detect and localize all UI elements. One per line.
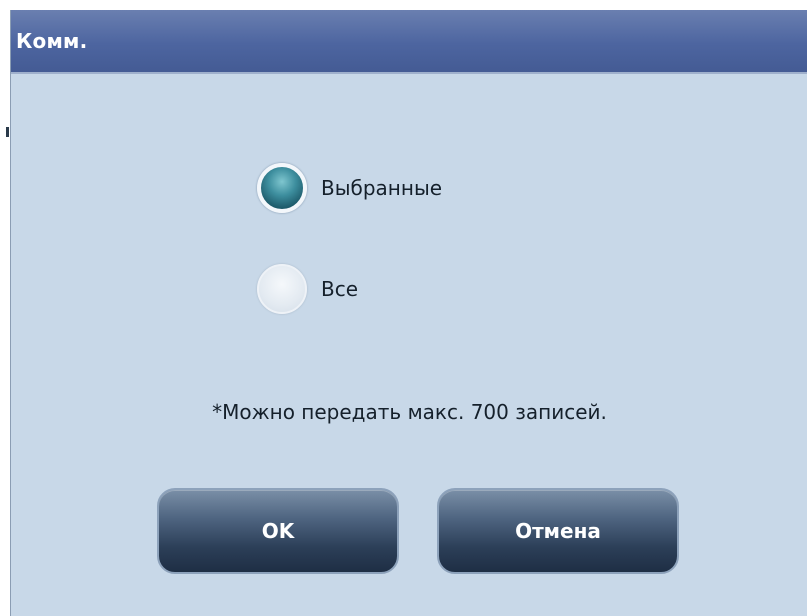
dialog-title: Комм.	[16, 29, 88, 53]
option-selected[interactable]: Выбранные	[257, 163, 442, 213]
option-all-label: Все	[321, 277, 359, 301]
dialog-titlebar: Комм.	[11, 10, 807, 74]
radio-unselected-icon[interactable]	[257, 264, 307, 314]
radio-selected-icon[interactable]	[257, 163, 307, 213]
comm-dialog: Комм. Выбранные Все *Можно передать макс…	[10, 10, 807, 616]
option-all[interactable]: Все	[257, 264, 358, 314]
max-records-note: *Можно передать макс. 700 записей.	[212, 400, 607, 424]
option-selected-label: Выбранные	[321, 176, 443, 200]
cancel-button[interactable]: Отмена	[437, 488, 679, 574]
ok-button[interactable]: OK	[157, 488, 399, 574]
window-edge	[0, 0, 10, 616]
edge-marker	[6, 127, 9, 137]
